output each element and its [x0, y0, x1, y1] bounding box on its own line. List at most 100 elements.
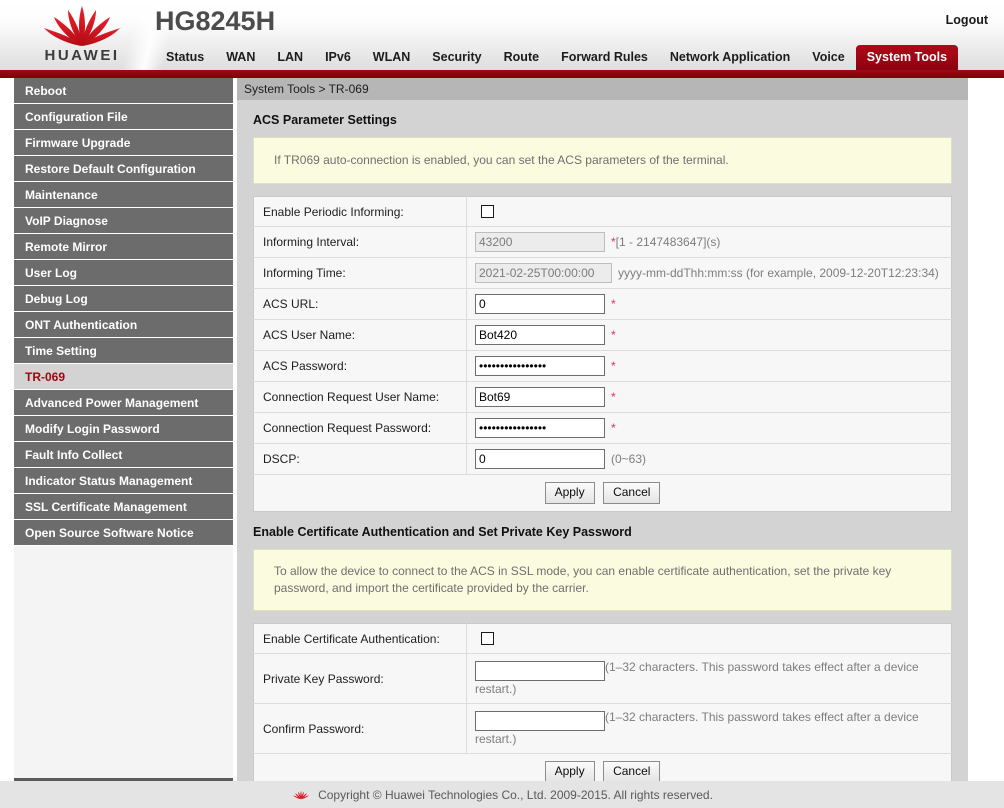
dscp-input[interactable]	[475, 449, 605, 469]
sidebar-item-advanced-power-management[interactable]: Advanced Power Management	[14, 390, 233, 416]
acs-password-required-star-icon: *	[611, 359, 616, 373]
confirm-password-input[interactable]	[475, 711, 605, 731]
acs-password-input[interactable]	[475, 356, 605, 376]
main-content: System Tools > TR-069 ACS Parameter Sett…	[237, 78, 968, 808]
sidebar-item-fault-info-collect[interactable]: Fault Info Collect	[14, 442, 233, 468]
nav-item-wlan[interactable]: WLAN	[362, 45, 422, 70]
acs-password-label: ACS Password:	[253, 350, 467, 382]
table-row: ACS User Name: *	[253, 319, 952, 351]
informing-interval-input[interactable]	[475, 232, 605, 252]
huawei-flower-icon-footer	[293, 790, 309, 799]
connection-request-password-label: Connection Request Password:	[253, 412, 467, 444]
dscp-cell: (0~63)	[467, 444, 952, 475]
huawei-wordmark: HUAWEI	[44, 47, 120, 64]
acs-url-label: ACS URL:	[253, 288, 467, 320]
sidebar-item-voip-diagnose[interactable]: VoIP Diagnose	[14, 208, 233, 234]
acs-password-cell: *	[467, 351, 952, 382]
sidebar-item-reboot[interactable]: Reboot	[14, 78, 233, 104]
sidebar-item-time-setting[interactable]: Time Setting	[14, 338, 233, 364]
informing-interval-cell: *[1 - 2147483647](s)	[467, 227, 952, 258]
private-key-password-label: Private Key Password:	[253, 653, 467, 704]
acs-notice-banner: If TR069 auto-connection is enabled, you…	[253, 137, 952, 184]
certificate-section-title: Enable Certificate Authentication and Se…	[253, 525, 632, 539]
certificate-cancel-button[interactable]: Cancel	[603, 761, 661, 783]
connection-request-user-name-label: Connection Request User Name:	[253, 381, 467, 413]
acs-url-cell: *	[467, 289, 952, 320]
table-row: Informing Interval: *[1 - 2147483647](s)	[253, 226, 952, 258]
confirm-password-cell: (1–32 characters. This password takes ef…	[467, 704, 952, 754]
breadcrumb: System Tools > TR-069	[237, 78, 968, 100]
connection-request-password-input[interactable]	[475, 418, 605, 438]
nav-item-ipv6[interactable]: IPv6	[314, 45, 362, 70]
copyright-text: Copyright © Huawei Technologies Co., Ltd…	[318, 787, 713, 802]
header-red-divider	[0, 70, 1004, 78]
table-row: Private Key Password: (1–32 characters. …	[253, 653, 952, 704]
acs-url-input[interactable]	[475, 294, 605, 314]
connection-request-user-name-input[interactable]	[475, 387, 605, 407]
sidebar-item-ont-authentication[interactable]: ONT Authentication	[14, 312, 233, 338]
certificate-notice-banner: To allow the device to connect to the AC…	[253, 549, 952, 611]
nav-item-status[interactable]: Status	[155, 45, 215, 70]
private-key-password-input[interactable]	[475, 661, 605, 681]
enable-periodic-informing-cell	[467, 197, 952, 227]
informing-interval-hint-text: [1 - 2147483647](s)	[615, 235, 721, 249]
table-row: Informing Time: yyyy-mm-ddThh:mm:ss (for…	[253, 257, 952, 289]
table-row: ACS URL: *	[253, 288, 952, 320]
content-inner: ACS Parameter Settings If TR069 auto-con…	[237, 100, 968, 808]
enable-certificate-authentication-label: Enable Certificate Authentication:	[253, 623, 467, 654]
conn-user-required-star-icon: *	[611, 390, 616, 404]
sidebar-item-modify-login-password[interactable]: Modify Login Password	[14, 416, 233, 442]
sidebar-item-maintenance[interactable]: Maintenance	[14, 182, 233, 208]
table-row: ACS Password: *	[253, 350, 952, 382]
nav-item-security[interactable]: Security	[421, 45, 492, 70]
acs-user-name-cell: *	[467, 320, 952, 351]
confirm-password-label: Confirm Password:	[253, 703, 467, 754]
acs-apply-button[interactable]: Apply	[544, 482, 595, 504]
sidebar-item-debug-log[interactable]: Debug Log	[14, 286, 233, 312]
sidebar-item-remote-mirror[interactable]: Remote Mirror	[14, 234, 233, 260]
conn-password-required-star-icon: *	[611, 421, 616, 435]
nav-item-wan[interactable]: WAN	[215, 45, 266, 70]
sidebar-item-firmware-upgrade[interactable]: Firmware Upgrade	[14, 130, 233, 156]
informing-time-label: Informing Time:	[253, 257, 467, 289]
certificate-apply-button[interactable]: Apply	[544, 761, 595, 783]
nav-item-lan[interactable]: LAN	[266, 45, 314, 70]
sidebar-item-user-log[interactable]: User Log	[14, 260, 233, 286]
enable-certificate-authentication-checkbox[interactable]	[481, 632, 494, 645]
acs-user-name-label: ACS User Name:	[253, 319, 467, 351]
sidebar-item-configuration-file[interactable]: Configuration File	[14, 104, 233, 130]
device-model-title: HG8245H	[155, 6, 276, 36]
sidebar-item-ssl-certificate-management[interactable]: SSL Certificate Management	[14, 494, 233, 520]
sidebar-item-restore-default-configuration[interactable]: Restore Default Configuration	[14, 156, 233, 182]
connection-request-password-cell: *	[467, 413, 952, 444]
informing-interval-label: Informing Interval:	[253, 226, 467, 258]
dscp-label: DSCP:	[253, 443, 467, 475]
nav-item-forward-rules[interactable]: Forward Rules	[550, 45, 659, 70]
enable-certificate-authentication-cell	[467, 624, 952, 654]
sidebar-item-open-source-software-notice[interactable]: Open Source Software Notice	[14, 520, 233, 546]
acs-user-name-input[interactable]	[475, 325, 605, 345]
informing-time-cell: yyyy-mm-ddThh:mm:ss (for example, 2009-1…	[467, 258, 952, 289]
table-row: Connection Request User Name: *	[253, 381, 952, 413]
nav-item-voice[interactable]: Voice	[801, 45, 855, 70]
table-row: DSCP: (0~63)	[253, 443, 952, 475]
acs-section-title: ACS Parameter Settings	[253, 113, 397, 127]
acs-user-name-required-star-icon: *	[611, 328, 616, 342]
huawei-flower-icon	[44, 6, 120, 46]
nav-item-network-application[interactable]: Network Application	[659, 45, 801, 70]
informing-time-hint: yyyy-mm-ddThh:mm:ss (for example, 2009-1…	[618, 266, 939, 280]
informing-time-input[interactable]	[475, 263, 612, 283]
nav-item-system-tools[interactable]: System Tools	[855, 45, 959, 70]
main-navigation: Status WAN LAN IPv6 WLAN Security Route …	[155, 45, 959, 70]
sidebar-item-indicator-status-management[interactable]: Indicator Status Management	[14, 468, 233, 494]
logout-button[interactable]: Logout	[946, 13, 988, 27]
page-footer: Copyright © Huawei Technologies Co., Ltd…	[0, 781, 1004, 808]
acs-buttons-cell: Apply Cancel	[253, 474, 952, 512]
private-key-password-cell: (1–32 characters. This password takes ef…	[467, 654, 952, 704]
acs-cancel-button[interactable]: Cancel	[603, 482, 661, 504]
connection-request-user-name-cell: *	[467, 382, 952, 413]
nav-item-route[interactable]: Route	[493, 45, 550, 70]
sidebar-item-tr-069[interactable]: TR-069	[14, 364, 233, 390]
enable-periodic-informing-checkbox[interactable]	[481, 205, 494, 218]
dscp-hint: (0~63)	[611, 452, 647, 466]
